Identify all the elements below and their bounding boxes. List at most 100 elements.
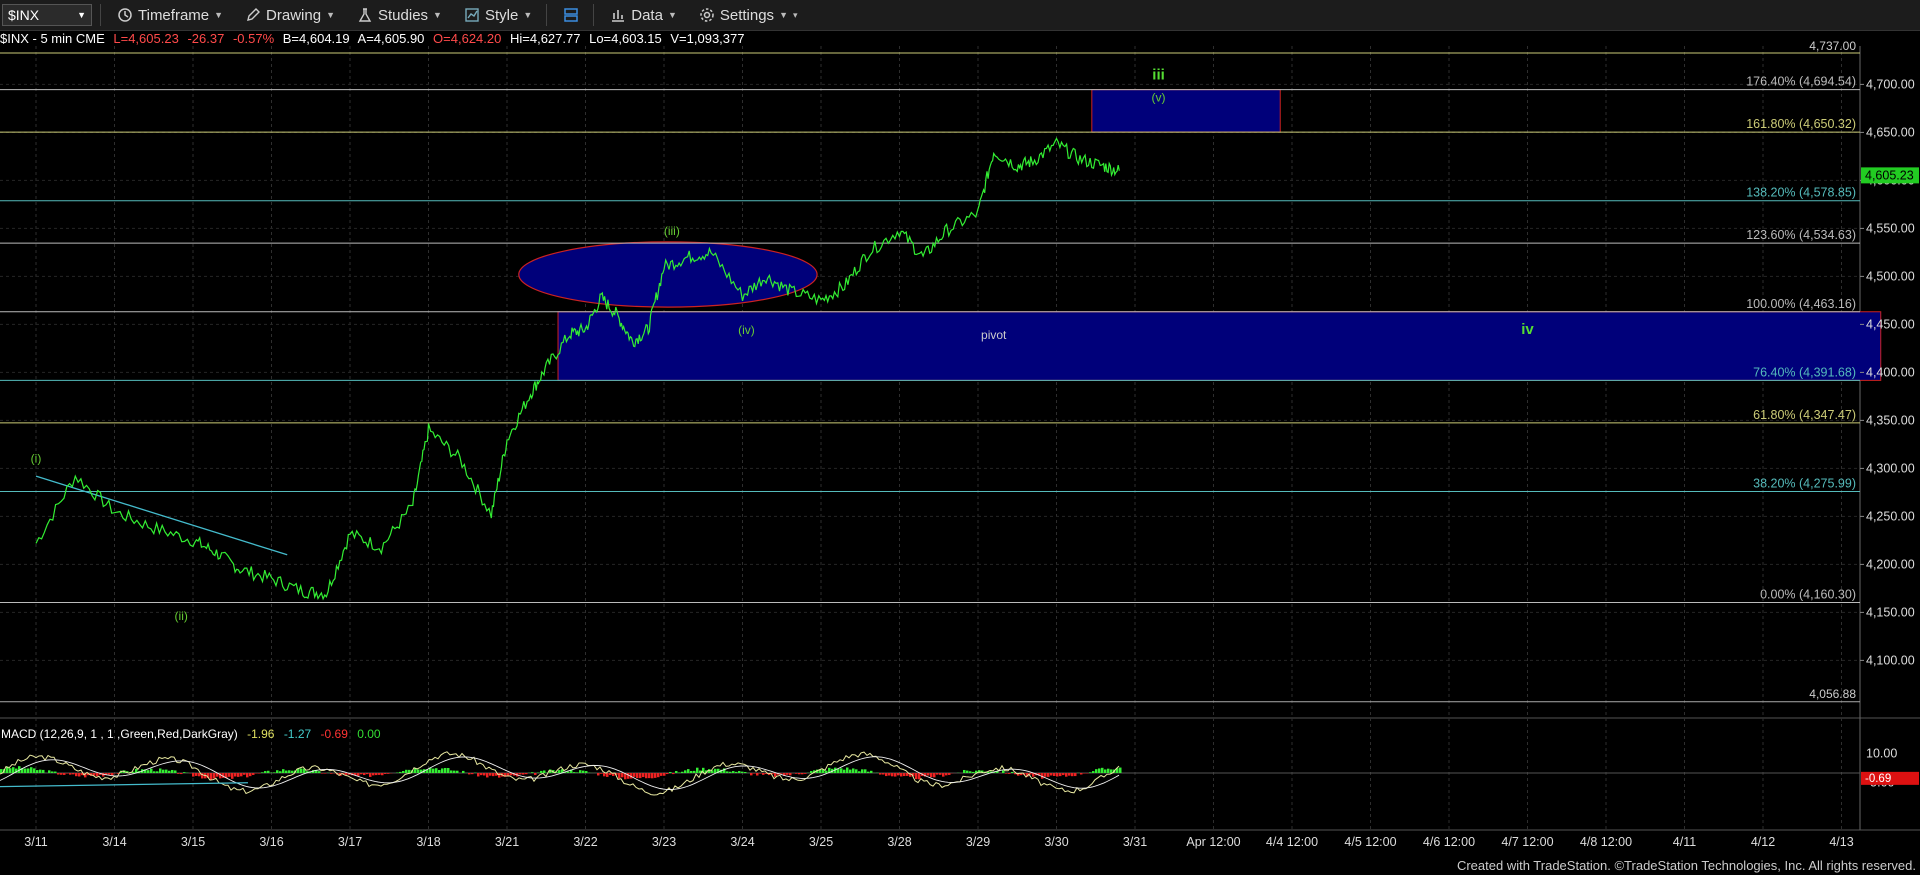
macd-histogram-bar [582,770,585,773]
macd-histogram-bar [276,770,279,773]
macd-histogram-bar [576,772,579,773]
macd-histogram-bar [1059,773,1062,777]
macd-histogram-bar [651,773,654,779]
macd-histogram-bar [1065,773,1068,777]
macd-histogram-bar [606,773,609,777]
y-tick-label: 4,200.00 [1866,557,1915,571]
macd-histogram-bar [618,773,621,779]
macd-histogram-bar [66,773,69,774]
macd-histogram-bar [279,771,282,773]
macd-histogram-bar [687,769,690,773]
macd-histogram-bar [147,770,150,773]
macd-histogram-bar [1053,773,1056,776]
macd-histogram-bar [849,769,852,773]
macd-histogram-bar [285,770,288,773]
macd-histogram-bar [903,773,906,777]
macd-histogram-bar [888,773,891,776]
macd-histogram-bar [492,773,495,777]
macd-histogram-bar [291,770,294,773]
macd-histogram-bar [36,770,39,773]
fib-level-label: 176.40% (4,694.54) [1746,75,1856,89]
macd-histogram-bar [63,773,66,775]
macd-histogram-bar [69,773,72,775]
macd-histogram-bar [861,769,864,773]
macd-histogram-bar [810,771,813,773]
macd-histogram-bar [1107,768,1110,773]
macd-histogram-bar [441,768,444,773]
macd-histogram-bar [60,773,63,775]
macd-histogram-bar [657,773,660,778]
macd-histogram-bar [867,771,870,773]
macd-histogram-bar [837,768,840,773]
fib-level-label: 100.00% (4,463.16) [1746,297,1856,311]
macd-histogram-bar [330,773,333,774]
macd-histogram-bar [741,771,744,773]
macd-histogram-bar [231,773,234,779]
macd-histogram-bar [690,770,693,773]
macd-histogram-bar [864,769,867,773]
macd-histogram-bar [969,771,972,773]
macd-histogram-bar [372,773,375,776]
x-tick-label: 3/11 [24,835,47,849]
macd-histogram-bar [573,772,576,773]
macd-histogram-bar [1050,773,1053,776]
macd-histogram-bar [855,769,858,773]
macd-histogram-bar [525,773,528,775]
fib-level-label: 161.80% (4,650.32) [1746,117,1856,131]
macd-histogram-bar [252,773,255,775]
macd-histogram-bar [882,773,885,775]
macd-histogram-bar [519,773,522,775]
macd-histogram-bar [111,773,114,776]
macd-histogram-bar [57,773,60,775]
macd-histogram-bar [168,770,171,773]
macd-histogram-bar [0,769,3,773]
macd-histogram-bar [447,768,450,773]
macd-histogram-bar [579,770,582,773]
macd-histogram-bar [729,771,732,773]
macd-histogram-bar [240,773,243,777]
macd-histogram-bar [1074,773,1077,777]
wave-label: iv [1521,321,1534,338]
macd-histogram-bar [1005,773,1008,774]
x-tick-label: 3/17 [338,835,362,849]
macd-histogram-bar [150,768,153,773]
macd-histogram-bar [171,769,174,773]
x-tick-label: 4/8 12:00 [1580,835,1632,849]
y-tick-label: 4,500.00 [1866,269,1915,283]
fib-level-label: 0.00% (4,160.30) [1760,588,1856,602]
pivot-zone [557,311,1882,381]
macd-histogram-bar [318,771,321,773]
macd-histogram-bar [243,773,246,775]
macd-histogram-bar [54,771,57,773]
macd-histogram-bar [804,773,807,774]
x-tick-label: 4/4 12:00 [1266,835,1318,849]
macd-histogram-bar [288,770,291,773]
macd-histogram-bar [12,767,15,773]
wave-label: (iii) [664,224,680,238]
price-chart[interactable]: 4,737.00 4,056.88 176.40% (4,694.54) 161.80… [0,0,1920,875]
fib-level-label: 138.20% (4,578.85) [1746,186,1856,200]
x-tick-label: 4/5 12:00 [1344,835,1396,849]
macd-histogram-bar [24,768,27,773]
macd-histogram-bar [456,770,459,773]
x-tick-label: 4/13 [1829,835,1853,849]
macd-histogram-bar [384,773,387,774]
macd-histogram-bar [621,773,624,778]
macd-histogram-bar [234,773,237,777]
macd-histogram-bar [180,773,183,775]
macd-histogram-bar [162,769,165,773]
macd-histogram-bar [246,773,249,778]
macd-histogram-bar [756,773,759,776]
macd-histogram-bar [567,771,570,773]
x-tick-label: 3/28 [887,835,911,849]
macd-histogram-bar [213,773,216,779]
macd-histogram-bar [195,773,198,776]
wave-label: pivot [981,328,1007,342]
macd-histogram-bar [798,773,801,775]
macd-histogram-bar [642,773,645,778]
macd-histogram-bar [378,773,381,775]
x-tick-label: 3/16 [259,835,283,849]
macd-histogram-bar [846,767,849,773]
macd-histogram-bar [534,773,537,775]
macd-histogram-bar [324,773,327,774]
